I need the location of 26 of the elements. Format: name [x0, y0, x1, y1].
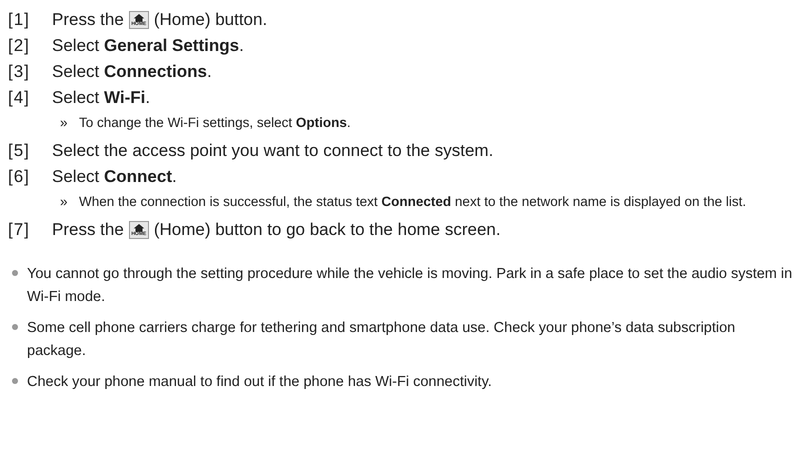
bullet-text: You cannot go through the setting procedure while the vehicle is moving. Park in a safe place to set the audio system in Wi-Fi mode. [27, 265, 794, 307]
step-number: [2] [8, 35, 31, 57]
step-text: (Home) button. [154, 9, 268, 31]
bullet-text: Some cell phone carriers charge for tethering and smartphone data use. Check your phone’s data subscription package. [27, 319, 736, 361]
step-text: Select Wi-Fi. [52, 87, 150, 109]
step-number: [7] [8, 219, 31, 241]
step-text: Select the access point you want to connect to the system. [52, 140, 494, 162]
bullet-dot [12, 270, 18, 276]
note-text: When the connection is successful, the status text Connected next to the network name is displayed on the list. [79, 193, 746, 211]
step-text: Select General Settings. [52, 35, 244, 57]
note-marker: » [60, 114, 69, 132]
step-text: Press the [52, 219, 124, 241]
bullet-dot [12, 378, 18, 384]
step-number: [6] [8, 166, 31, 188]
step-number: [1] [8, 9, 31, 31]
note-marker: » [60, 193, 69, 211]
step-number: [4] [8, 87, 31, 109]
bullet-dot [12, 324, 18, 330]
step-text: Select Connect. [52, 166, 177, 188]
step-text: Press the [52, 9, 124, 31]
step-text: (Home) button to go back to the home screen. [154, 219, 501, 241]
step-text: Select Connections. [52, 61, 212, 83]
step-number: [5] [8, 140, 31, 162]
bullet-text: Check your phone manual to find out if the phone has Wi-Fi connectivity. [27, 373, 492, 392]
note-text: To change the Wi-Fi settings, select Options. [79, 114, 351, 132]
step-number: [3] [8, 61, 31, 83]
